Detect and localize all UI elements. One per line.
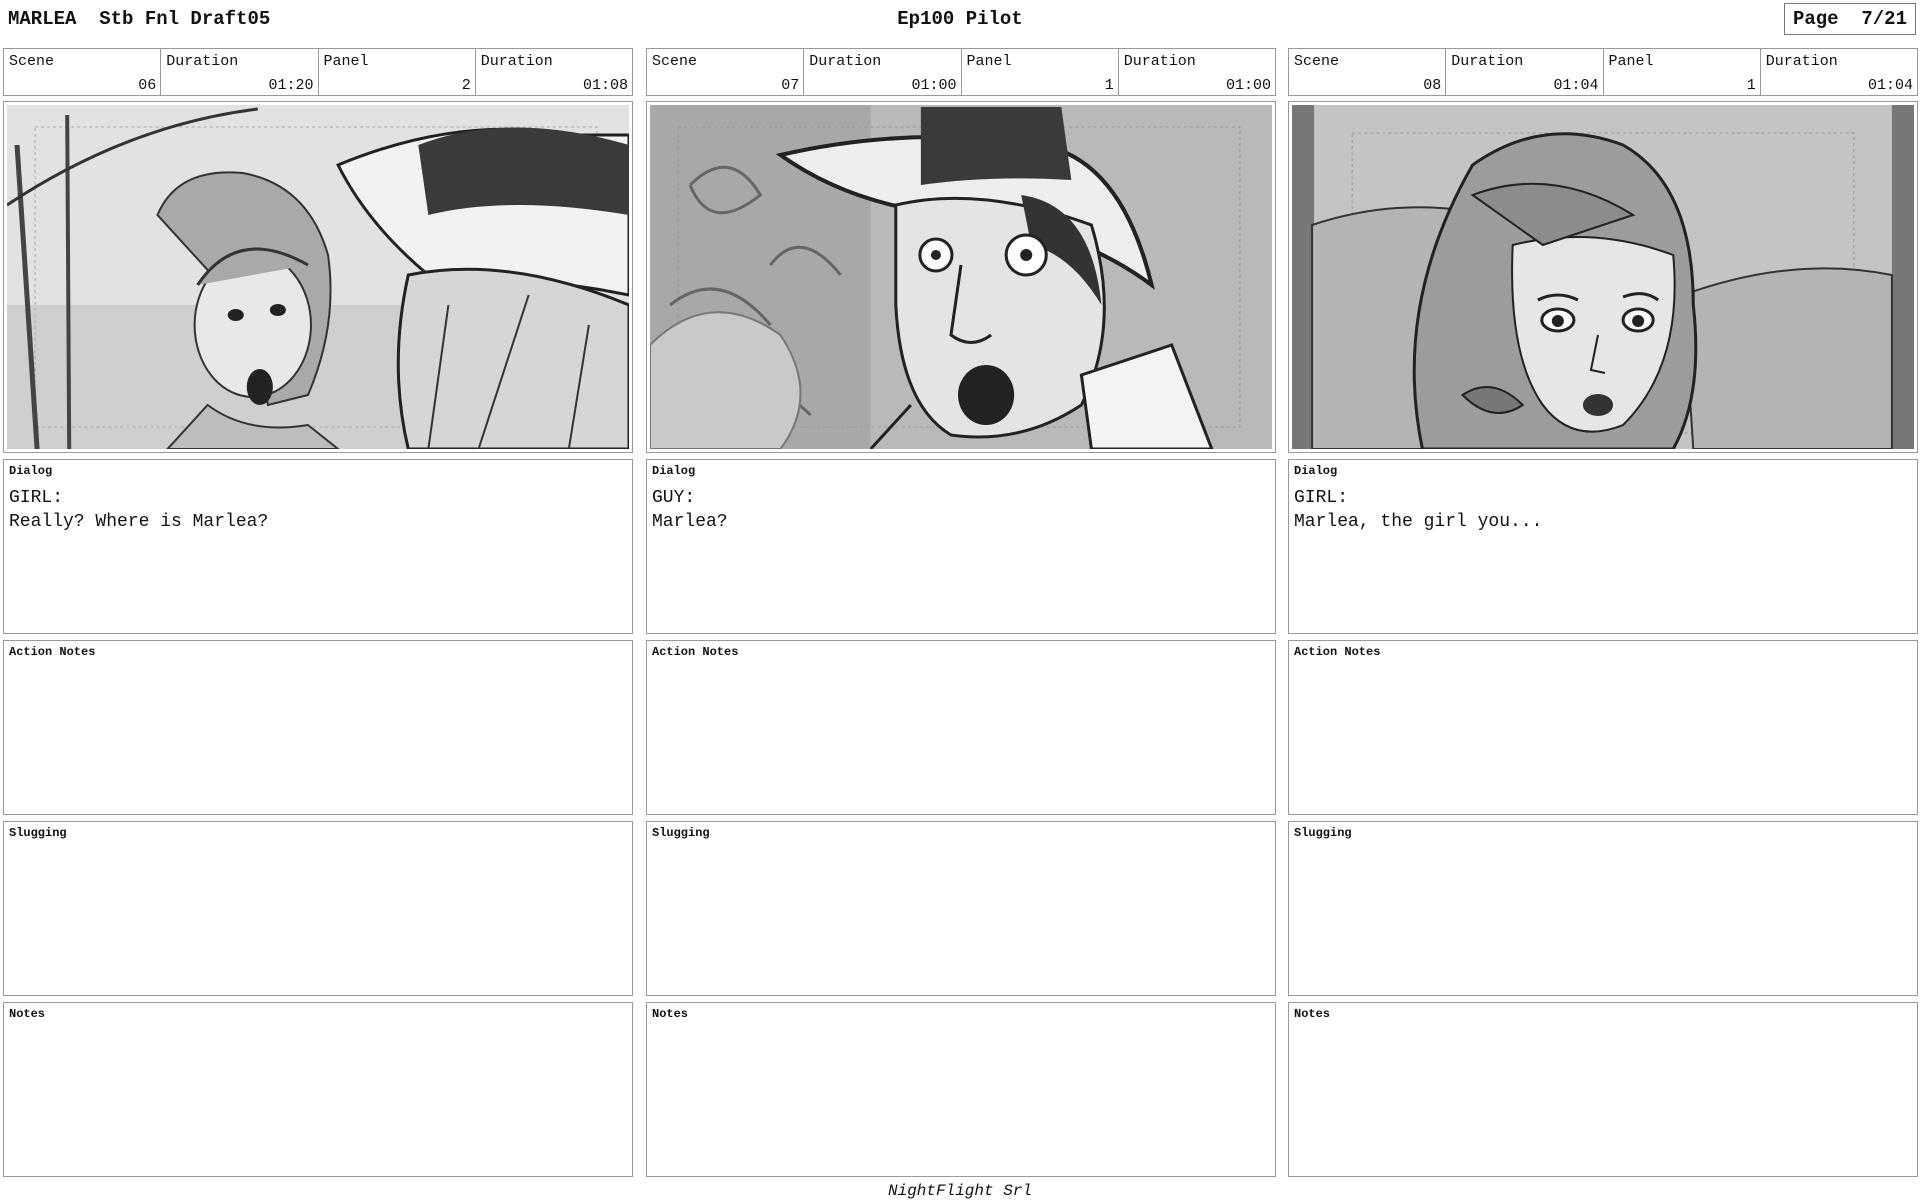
notes-label: Notes (652, 1007, 689, 1021)
slugging-label: Slugging (652, 826, 710, 840)
dialog-text: GIRL: Marlea, the girl you... (1294, 486, 1542, 534)
action-notes-box[interactable]: Action Notes (1288, 640, 1918, 815)
action-notes-box[interactable]: Action Notes (646, 640, 1276, 815)
duration-label: Duration (809, 53, 882, 70)
panel-meta-row: Scene 07 Duration 01:00 Panel 1 Duration… (646, 48, 1276, 96)
slugging-box[interactable]: Slugging (3, 821, 633, 996)
panel-meta-row: Scene 08 Duration 01:04 Panel 1 Duration… (1288, 48, 1918, 96)
slugging-box[interactable]: Slugging (646, 821, 1276, 996)
duration-label: Duration (480, 53, 553, 70)
action-notes-label: Action Notes (652, 645, 739, 659)
panel-duration-value: 01:00 (1225, 77, 1271, 94)
dialog-label: Dialog (1294, 464, 1338, 478)
scene-duration-cell: Duration 01:20 (161, 49, 319, 95)
storyboard-frame[interactable] (646, 101, 1276, 453)
dialog-speaker: GUY: (652, 488, 696, 508)
dialog-speaker: GIRL: (1294, 488, 1349, 508)
notes-box[interactable]: Notes (1288, 1002, 1918, 1177)
panel-meta-row: Scene 06 Duration 01:20 Panel 2 Duration… (3, 48, 633, 96)
dialog-box[interactable]: Dialog GUY: Marlea? (646, 459, 1276, 634)
dialog-label: Dialog (9, 464, 53, 478)
panel-label: Panel (323, 53, 369, 70)
scene-cell: Scene 06 (4, 49, 162, 95)
panel-duration-value: 01:08 (582, 77, 628, 94)
notes-box[interactable]: Notes (646, 1002, 1276, 1177)
scene-number: 08 (1423, 77, 1442, 94)
panel-number: 1 (1104, 77, 1114, 94)
scene-duration-value: 01:00 (911, 77, 957, 94)
page-header: MARLEA Stb Fnl Draft05 Ep100 Pilot Page … (0, 0, 1920, 44)
panel-duration-value: 01:04 (1867, 77, 1913, 94)
duration-label: Duration (1451, 53, 1524, 70)
action-notes-label: Action Notes (1294, 645, 1381, 659)
episode-title: Ep100 Pilot (897, 8, 1023, 30)
dialog-text: GUY: Marlea? (652, 486, 728, 534)
action-notes-label: Action Notes (9, 645, 96, 659)
scene-duration-value: 01:04 (1553, 77, 1599, 94)
scene-cell: Scene 07 (647, 49, 805, 95)
dialog-box[interactable]: Dialog GIRL: Marlea, the girl you... (1288, 459, 1918, 634)
panel-label: Panel (1608, 53, 1654, 70)
panel-number: 1 (1746, 77, 1756, 94)
notes-label: Notes (9, 1007, 46, 1021)
slugging-label: Slugging (9, 826, 67, 840)
dialog-line: Marlea, the girl you... (1294, 512, 1543, 532)
sketch-surprised-man (650, 105, 1272, 449)
scene-duration-value: 01:20 (268, 77, 314, 94)
studio-credit: NightFlight Srl (887, 1182, 1033, 1200)
scene-label: Scene (652, 53, 698, 70)
storyboard-panel-column-1: Scene 06 Duration 01:20 Panel 2 Duration… (3, 48, 633, 1177)
action-notes-box[interactable]: Action Notes (3, 640, 633, 815)
storyboard-frame[interactable] (1288, 101, 1918, 453)
scene-duration-cell: Duration 01:00 (804, 49, 962, 95)
panel-cell: Panel 1 (1604, 49, 1761, 95)
storyboard-panel-column-3: Scene 08 Duration 01:04 Panel 1 Duration… (1288, 48, 1918, 1177)
panel-cell: Panel 2 (319, 49, 476, 95)
page-number: Page 7/21 (1783, 3, 1916, 35)
scene-number: 07 (781, 77, 800, 94)
slugging-label: Slugging (1294, 826, 1352, 840)
slugging-box[interactable]: Slugging (1288, 821, 1918, 996)
duration-label: Duration (1765, 53, 1838, 70)
panel-cell: Panel 1 (962, 49, 1119, 95)
dialog-text: GIRL: Really? Where is Marlea? (9, 486, 268, 534)
panel-duration-cell: Duration 01:00 (1119, 49, 1275, 95)
notes-box[interactable]: Notes (3, 1002, 633, 1177)
scene-duration-cell: Duration 01:04 (1446, 49, 1604, 95)
duration-label: Duration (166, 53, 239, 70)
notes-label: Notes (1294, 1007, 1331, 1021)
sketch-girl-closeup (1292, 105, 1914, 449)
dialog-label: Dialog (652, 464, 696, 478)
dialog-speaker: GIRL: (9, 488, 64, 508)
duration-label: Duration (1123, 53, 1196, 70)
scene-cell: Scene 08 (1289, 49, 1447, 95)
panel-number: 2 (461, 77, 471, 94)
dialog-line: Marlea? (652, 512, 728, 532)
dialog-line: Really? Where is Marlea? (9, 512, 269, 532)
scene-number: 06 (138, 77, 157, 94)
storyboard-frame[interactable] (3, 101, 633, 453)
scene-label: Scene (1294, 53, 1340, 70)
panel-duration-cell: Duration 01:04 (1761, 49, 1917, 95)
storyboard-panel-column-2: Scene 07 Duration 01:00 Panel 1 Duration… (646, 48, 1276, 1177)
scene-label: Scene (9, 53, 55, 70)
dialog-box[interactable]: Dialog GIRL: Really? Where is Marlea? (3, 459, 633, 634)
sketch-girl-and-hat-man (7, 105, 629, 449)
panel-label: Panel (966, 53, 1012, 70)
panel-duration-cell: Duration 01:08 (476, 49, 632, 95)
